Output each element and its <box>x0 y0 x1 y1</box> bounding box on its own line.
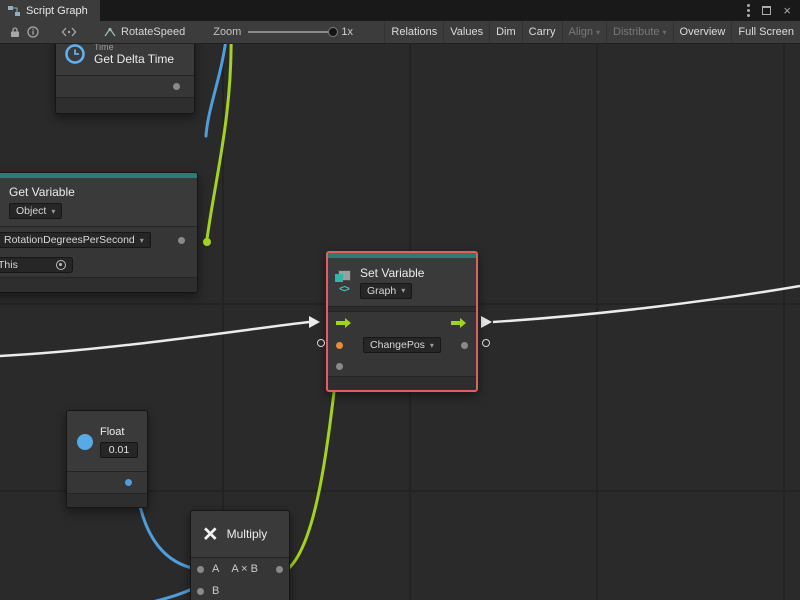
flow-output-port[interactable] <box>451 321 460 325</box>
multiply-input-b-port[interactable] <box>197 588 204 595</box>
node-title: Set Variable <box>360 266 424 280</box>
float-output-port[interactable] <box>125 479 132 486</box>
value-input-port[interactable] <box>336 342 343 349</box>
tab-script-graph[interactable]: Script Graph <box>0 0 100 21</box>
wire-arrow-out <box>481 316 492 328</box>
wire-value-blue-top[interactable] <box>206 44 227 136</box>
fallback-input-port[interactable] <box>336 363 343 370</box>
graph-asset-icon <box>104 27 116 38</box>
node-float[interactable]: Float 0.01 <box>66 410 148 508</box>
variable-name-dropdown[interactable]: ChangePos ▾ <box>363 337 441 353</box>
node-title: Get Variable <box>9 185 189 199</box>
tab-title: Script Graph <box>26 5 88 17</box>
node-set-variable[interactable]: <> Set Variable Graph ▾ <box>326 251 478 392</box>
get-variable-connected-port-dot[interactable] <box>203 238 211 246</box>
zoom-slider-handle[interactable] <box>328 27 338 37</box>
toolbar-button-distribute[interactable]: Distribute ▾ <box>606 21 672 43</box>
input-b-label: B <box>212 585 219 597</box>
input-a-label: A <box>212 563 219 575</box>
caret-down-icon: ▾ <box>140 236 144 245</box>
unity-script-graph-window: Script Graph × <box>0 0 800 600</box>
caret-down-icon: ▾ <box>51 207 55 216</box>
kebab-menu-icon[interactable] <box>747 4 750 17</box>
multiply-icon: × <box>203 524 218 544</box>
variable-value-port[interactable] <box>178 237 185 244</box>
graph-canvas[interactable]: Time Get Delta Time Get Variable Object … <box>0 44 800 600</box>
multiply-output-port[interactable] <box>276 566 283 573</box>
maximize-icon[interactable] <box>762 6 771 15</box>
code-view-icon[interactable] <box>60 21 78 44</box>
info-icon[interactable] <box>24 21 42 44</box>
node-multiply[interactable]: × Multiply A A × B B <box>190 510 290 600</box>
variable-scope-dropdown[interactable]: Graph ▾ <box>360 283 412 299</box>
float-value-field[interactable]: 0.01 <box>100 442 138 458</box>
graph-tab-icon <box>8 5 20 17</box>
node-supertitle: Time <box>94 44 174 52</box>
toolbar-button-carry[interactable]: Carry <box>522 21 562 43</box>
target-object-chip[interactable]: This <box>0 257 73 273</box>
variable-icon: <> <box>334 270 354 295</box>
tab-bar: Script Graph × <box>0 0 800 21</box>
wire-value-lime-multiply-to-setvariable[interactable] <box>289 367 337 568</box>
wire-control-flow-in[interactable] <box>0 322 309 356</box>
toolbar-button-fullscreen[interactable]: Full Screen <box>731 21 800 43</box>
toolbar-button-group: Relations Values Dim Carry Align ▾ Distr… <box>384 21 800 43</box>
zoom-value: 1x <box>341 26 353 38</box>
value-output-port[interactable] <box>461 342 468 349</box>
lock-icon[interactable] <box>6 21 24 44</box>
flow-input-port[interactable] <box>336 321 345 325</box>
multiply-input-a-port[interactable] <box>197 566 204 573</box>
node-title: Get Delta Time <box>94 52 174 66</box>
zoom-label: Zoom <box>213 26 241 38</box>
node-title: Float <box>100 426 124 438</box>
clock-icon <box>64 44 86 65</box>
zoom-control: Zoom 1x <box>213 26 353 38</box>
unconnected-port-ring-left[interactable] <box>317 339 325 347</box>
unconnected-port-ring-right[interactable] <box>482 339 490 347</box>
variable-name-dropdown[interactable]: RotationDegreesPerSecond ▾ <box>0 232 151 248</box>
graph-breadcrumb[interactable]: RotateSpeed <box>104 26 185 38</box>
toolbar-button-dim[interactable]: Dim <box>489 21 522 43</box>
float-icon <box>77 434 93 450</box>
graph-toolbar: RotateSpeed Zoom 1x Relations Values Dim… <box>0 21 800 44</box>
caret-down-icon: ▾ <box>663 28 667 37</box>
wire-value-blue-to-b[interactable] <box>143 589 192 600</box>
toolbar-button-overview[interactable]: Overview <box>673 21 732 43</box>
node-get-delta-time[interactable]: Time Get Delta Time <box>55 44 195 114</box>
toolbar-button-relations[interactable]: Relations <box>384 21 443 43</box>
output-label: A × B <box>231 563 258 575</box>
target-picker-icon[interactable] <box>56 260 66 270</box>
caret-down-icon: ▾ <box>401 286 405 295</box>
zoom-slider[interactable] <box>248 31 334 33</box>
toolbar-button-align[interactable]: Align ▾ <box>562 21 606 43</box>
caret-down-icon: ▾ <box>596 28 600 37</box>
caret-down-icon: ▾ <box>430 341 434 350</box>
node-title: Multiply <box>227 527 268 541</box>
close-icon[interactable]: × <box>783 6 791 16</box>
toolbar-button-values[interactable]: Values <box>443 21 489 43</box>
window-controls: × <box>747 0 800 21</box>
wire-control-flow-out[interactable] <box>493 286 800 322</box>
variable-scope-dropdown[interactable]: Object ▾ <box>9 203 62 219</box>
wire-arrow-in <box>309 316 320 328</box>
node-get-variable[interactable]: Get Variable Object ▾ RotationDegreesPer… <box>0 172 198 293</box>
delta-time-output-port[interactable] <box>173 83 180 90</box>
